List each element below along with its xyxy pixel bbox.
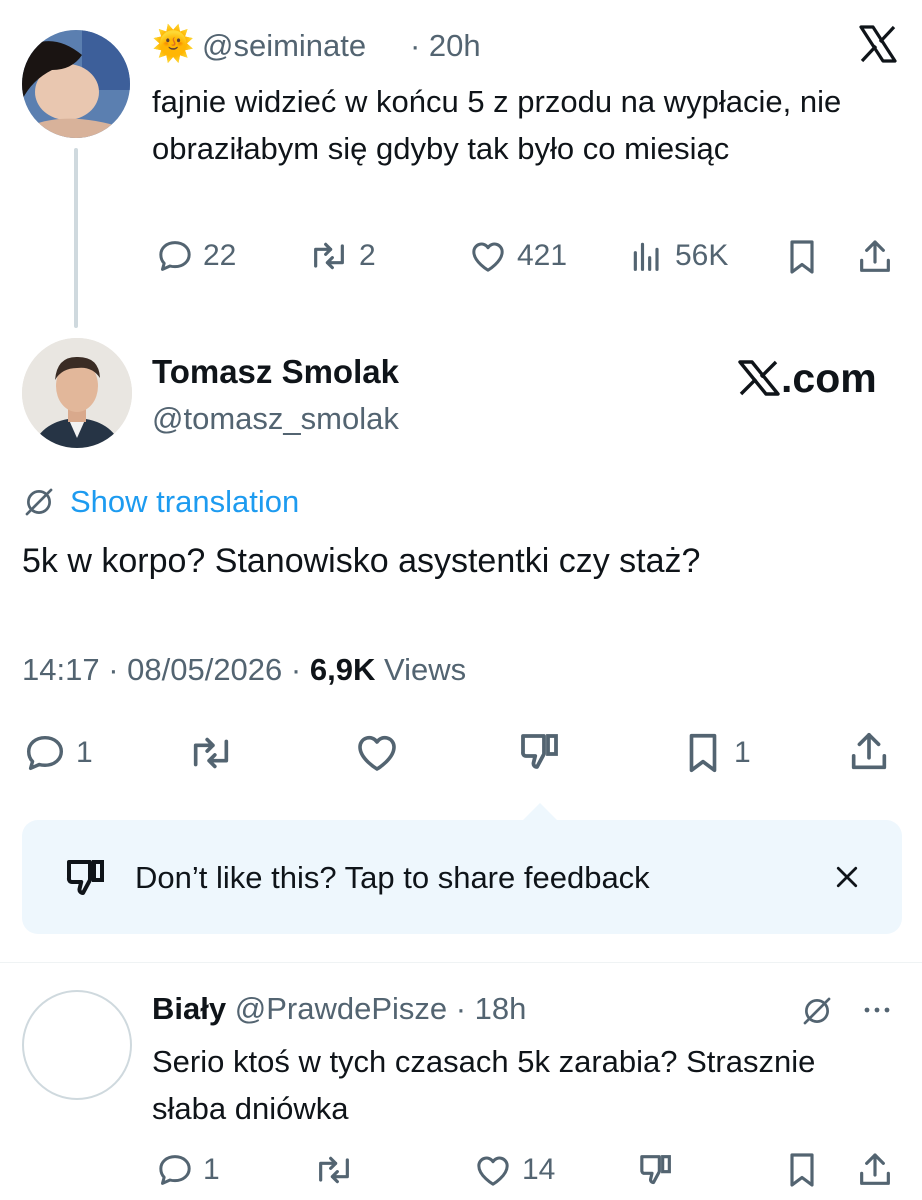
x-logo-icon [737, 360, 781, 396]
reply-handle[interactable]: @PrawdePisze [235, 991, 447, 1026]
reply-display-name[interactable]: Biały [152, 991, 226, 1026]
parent-retweet-button[interactable]: 2 [307, 236, 376, 276]
parent-time[interactable]: · 20h [410, 26, 481, 66]
parent-view-count: 56K [675, 239, 729, 272]
parent-avatar[interactable] [22, 30, 130, 138]
reply-icon [155, 1150, 195, 1190]
main-views-label: Views [383, 652, 467, 687]
retweet-icon [307, 236, 351, 276]
reply-reply-count: 1 [203, 1153, 220, 1186]
divider [0, 962, 922, 963]
parent-share-icon[interactable] [855, 236, 895, 278]
parent-reply-button[interactable]: 22 [155, 236, 236, 276]
reply-tweet-text: Serio ktoś w tych czasach 5k zarabia? St… [152, 1044, 816, 1126]
main-bookmark-button[interactable]: 1 [680, 730, 751, 776]
bookmark-icon [680, 730, 726, 776]
thread-line [74, 148, 78, 328]
sun-emoji-icon: 🌞 [152, 25, 195, 63]
parent-retweet-count: 2 [359, 239, 376, 272]
feedback-banner[interactable]: Don’t like this? Tap to share feedback [22, 820, 902, 934]
main-dislike-icon[interactable] [516, 728, 564, 776]
main-reply-button[interactable]: 1 [22, 730, 93, 776]
parent-reply-count: 22 [203, 239, 237, 272]
more-options-icon[interactable] [862, 1000, 892, 1020]
main-share-icon[interactable] [846, 728, 892, 776]
parent-tweet-text: fajnie widzieć w końcu 5 z przodu na wyp… [152, 84, 842, 166]
reply-reply-button[interactable]: 1 [155, 1150, 220, 1190]
reply-icon [22, 730, 68, 776]
main-view-count: 6,9K [309, 652, 376, 687]
translate-icon[interactable] [800, 994, 834, 1028]
feedback-text: Don’t like this? Tap to share feedback [135, 860, 650, 895]
reply-retweet-icon[interactable] [312, 1150, 356, 1190]
parent-like-button[interactable]: 421 [467, 236, 567, 276]
parent-bookmark-icon[interactable] [782, 236, 822, 278]
main-reply-count: 1 [76, 736, 93, 769]
reply-time[interactable]: · 18h [456, 991, 527, 1026]
parent-like-count: 421 [517, 239, 568, 272]
analytics-icon [627, 236, 667, 276]
main-tweet-meta: 14:17 · 08/05/2026 · 6,9K Views [22, 650, 466, 690]
main-tweet-text: 5k w korpo? Stanowisko asystentki czy st… [22, 542, 701, 580]
xcom-watermark: .com [737, 355, 877, 401]
parent-handle[interactable]: @seiminate [202, 26, 366, 66]
dislike-icon [62, 854, 110, 902]
main-bookmark-count: 1 [734, 736, 751, 769]
show-translation-link[interactable]: Show translation [22, 483, 299, 521]
xcom-suffix: .com [781, 355, 877, 401]
close-icon[interactable] [832, 862, 862, 892]
main-retweet-icon[interactable] [186, 730, 236, 776]
reply-share-icon[interactable] [855, 1150, 895, 1190]
reply-avatar[interactable] [22, 990, 132, 1100]
reply-like-button[interactable]: 14 [472, 1150, 555, 1190]
translate-icon [22, 485, 56, 519]
show-translation-label: Show translation [70, 484, 300, 519]
main-tweet-date[interactable]: 14:17 · 08/05/2026 · [22, 652, 301, 687]
main-display-name[interactable]: Tomasz Smolak [152, 352, 399, 392]
reply-like-count: 14 [522, 1153, 556, 1186]
parent-views-button[interactable]: 56K [627, 236, 728, 276]
main-avatar[interactable] [22, 338, 132, 448]
x-logo-icon[interactable] [858, 24, 898, 64]
reply-header: Biały @PrawdePisze · 18h [152, 988, 526, 1030]
reply-bookmark-icon[interactable] [782, 1150, 822, 1190]
main-handle[interactable]: @tomasz_smolak [152, 399, 399, 439]
heart-icon [467, 236, 509, 276]
heart-icon [472, 1150, 514, 1190]
main-like-icon[interactable] [352, 728, 402, 776]
reply-icon [155, 236, 195, 276]
reply-dislike-icon[interactable] [636, 1150, 676, 1190]
